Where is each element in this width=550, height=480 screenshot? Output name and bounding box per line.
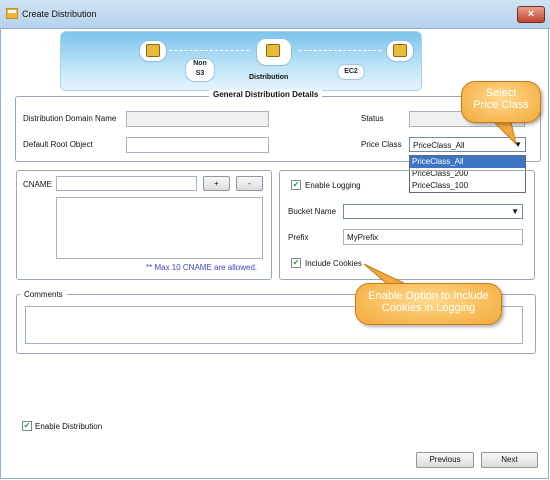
s3-bucket-icon [146,44,160,57]
previous-button[interactable]: Previous [416,452,474,468]
window-title: Create Distribution [22,9,97,19]
price-class-value: PriceClass_All [413,141,465,150]
price-class-callout: Select Price Class [461,81,541,123]
distribution-banner: Non S3 Distribution EC2 [60,31,422,91]
cname-list[interactable] [56,197,263,259]
arrow-icon [299,50,381,51]
price-class-label: Price Class [361,140,402,149]
default-root-field[interactable] [126,137,269,153]
cname-input[interactable] [56,176,197,191]
include-cookies-label: Include Cookies [305,259,362,268]
cname-label: CNAME [23,180,52,189]
enable-logging-label: Enable Logging [305,181,361,190]
distribution-cube-icon [266,44,280,57]
remove-cname-button[interactable]: - [236,176,263,191]
chevron-down-icon[interactable]: ▼ [511,207,519,216]
title-bar: Create Distribution × [0,0,550,29]
arrow-icon [169,50,249,51]
prefix-input[interactable]: MyPrefix [343,229,523,245]
ec2-label: EC2 [337,64,365,80]
enable-distribution-checkbox[interactable]: ✔ [22,421,32,431]
enable-distribution-label: Enable Distribution [35,422,103,431]
comments-label: Comments [20,290,67,299]
prefix-label: Prefix [288,233,309,242]
domain-name-label: Distribution Domain Name [23,114,117,123]
bucket-name-select[interactable]: ▼ [343,204,523,219]
distribution-label: Distribution [249,74,289,81]
default-root-label: Default Root Object [23,140,93,149]
app-icon [5,7,19,20]
include-cookies-callout: Enable Option to Include Cookies in Logg… [355,283,502,325]
bucket-name-label: Bucket Name [288,207,337,216]
cname-limit-note: ** Max 10 CNAME are allowed. [146,263,258,272]
price-option-all[interactable]: PriceClass_All [410,156,525,168]
close-icon[interactable]: × [517,6,545,23]
add-cname-button[interactable]: + [203,176,230,191]
status-label: Status [361,114,384,123]
s3-right-bucket-icon [393,44,407,57]
non-s3-label: Non S3 [185,58,215,82]
enable-logging-checkbox[interactable]: ✔ [291,180,301,190]
general-details-title: General Distribution Details [209,90,323,99]
next-button[interactable]: Next [481,452,538,468]
domain-name-field[interactable] [126,111,269,127]
include-cookies-checkbox[interactable]: ✔ [291,258,301,268]
